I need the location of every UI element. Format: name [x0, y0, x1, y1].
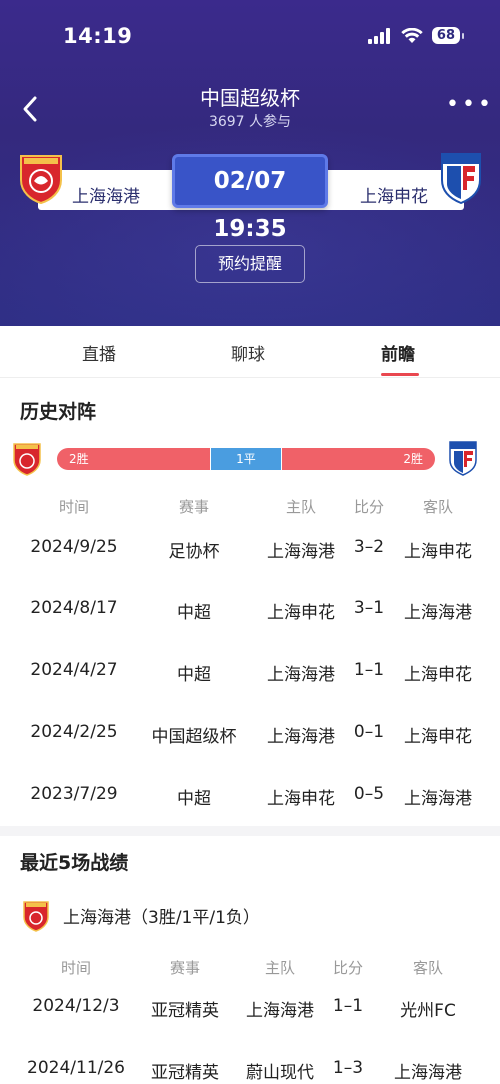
col-home: 主队	[264, 959, 296, 977]
col-score: 比分	[332, 959, 364, 977]
recent-table-header: 时间 赛事 主队 比分 客队	[0, 957, 500, 981]
row-score: 1–1	[353, 660, 385, 680]
row-home: 上海海港	[267, 665, 335, 685]
row-competition: 亚冠精英	[151, 1063, 219, 1083]
table-row[interactable]: 2024/12/3 亚冠精英 上海海港 1–1 光州FC	[0, 996, 500, 1026]
status-bar: 14:19 68	[0, 0, 500, 76]
row-away: 上海申花	[404, 542, 472, 562]
row-date: 2024/8/17	[30, 598, 118, 618]
row-away: 上海海港	[404, 789, 472, 809]
col-score: 比分	[353, 498, 385, 516]
table-row[interactable]: 2024/4/27 中超 上海海港 1–1 上海申花	[0, 660, 500, 690]
active-tab-indicator	[381, 373, 419, 376]
team-record-summary: 上海海港（3胜/1平/1负）	[63, 908, 260, 928]
row-competition: 中超	[177, 789, 211, 809]
col-competition: 赛事	[178, 498, 210, 516]
row-competition: 中超	[177, 665, 211, 685]
row-date: 2023/7/29	[30, 784, 118, 804]
row-score: 1–3	[332, 1058, 364, 1078]
row-home: 上海海港	[267, 727, 335, 747]
wifi-icon	[401, 27, 423, 43]
tab-bar: 直播 聊球 前瞻	[0, 326, 500, 378]
more-dots-icon[interactable]: •••	[446, 94, 491, 116]
table-row[interactable]: 2024/9/25 足协杯 上海海港 3–2 上海申花	[0, 537, 500, 567]
row-score: 0–5	[353, 784, 385, 804]
away-team-name: 上海申花	[360, 187, 428, 207]
recent-section-title: 最近5场战绩	[20, 852, 129, 874]
participant-count: 3697 人参与	[208, 114, 292, 130]
row-home: 蔚山现代	[246, 1063, 314, 1083]
away-wins-segment: 2胜	[282, 448, 435, 470]
col-date: 时间	[58, 498, 90, 516]
shanghai-port-logo[interactable]	[18, 150, 64, 204]
tab-preview[interactable]: 前瞻	[381, 340, 415, 365]
row-score: 1–1	[332, 996, 364, 1016]
home-team-logo-small	[23, 901, 49, 932]
row-away: 上海申花	[404, 727, 472, 747]
home-team-name: 上海海港	[72, 187, 140, 207]
tab-chat[interactable]: 聊球	[231, 340, 265, 365]
row-date: 2024/4/27	[30, 660, 118, 680]
row-score: 3–2	[353, 537, 385, 557]
status-icons: 68	[367, 27, 465, 44]
table-row[interactable]: 2024/11/26 亚冠精英 蔚山现代 1–3 上海海港	[0, 1058, 500, 1084]
away-team-logo-small	[449, 441, 477, 476]
match-header: 14:19 68 中国超级杯 3697 人参与 ••• 上海海港 02/07 1…	[0, 0, 500, 326]
row-away: 上海海港	[404, 603, 472, 623]
home-wins-segment: 2胜	[57, 448, 210, 470]
col-competition: 赛事	[169, 959, 201, 977]
row-competition: 足协杯	[168, 542, 220, 562]
section-divider	[0, 826, 500, 836]
home-team-logo-small	[13, 443, 41, 476]
table-row[interactable]: 2023/7/29 中超 上海申花 0–5 上海海港	[0, 784, 500, 814]
row-home: 上海海港	[267, 542, 335, 562]
row-home: 上海海港	[246, 1001, 314, 1021]
row-date: 2024/9/25	[30, 537, 118, 557]
col-home: 主队	[285, 498, 317, 516]
history-table-header: 时间 赛事 主队 比分 客队	[0, 496, 500, 520]
match-title: 中国超级杯	[200, 86, 300, 110]
row-away: 上海海港	[394, 1063, 462, 1083]
status-time: 14:19	[63, 24, 133, 48]
row-score: 3–1	[353, 598, 385, 618]
table-row[interactable]: 2024/8/17 中超 上海申花 3–1 上海海港	[0, 598, 500, 628]
col-away: 客队	[412, 959, 444, 977]
kickoff-time: 02/07 19:35	[172, 154, 328, 242]
row-home: 上海申花	[267, 789, 335, 809]
col-date: 时间	[60, 959, 92, 977]
row-date: 2024/2/25	[30, 722, 118, 742]
row-score: 0–1	[353, 722, 385, 742]
shanghai-shenhua-logo[interactable]	[438, 150, 484, 204]
row-competition: 中国超级杯	[151, 727, 237, 747]
row-away: 光州FC	[400, 1001, 456, 1021]
row-away: 上海申花	[404, 665, 472, 685]
col-away: 客队	[422, 498, 454, 516]
battery-indicator: 68	[431, 27, 465, 44]
history-section-title: 历史对阵	[20, 401, 97, 423]
row-competition: 亚冠精英	[151, 1001, 219, 1021]
draws-segment: 1平	[210, 448, 282, 470]
row-home: 上海申花	[267, 603, 335, 623]
tab-live[interactable]: 直播	[82, 340, 116, 365]
row-date: 2024/11/26	[27, 1058, 125, 1078]
reminder-button[interactable]: 预约提醒	[195, 245, 305, 283]
head-to-head-bar: 2胜 1平 2胜	[57, 448, 435, 470]
signal-icon	[367, 27, 390, 44]
row-competition: 中超	[177, 603, 211, 623]
table-row[interactable]: 2024/2/25 中国超级杯 上海海港 0–1 上海申花	[0, 722, 500, 752]
row-date: 2024/12/3	[32, 996, 120, 1016]
